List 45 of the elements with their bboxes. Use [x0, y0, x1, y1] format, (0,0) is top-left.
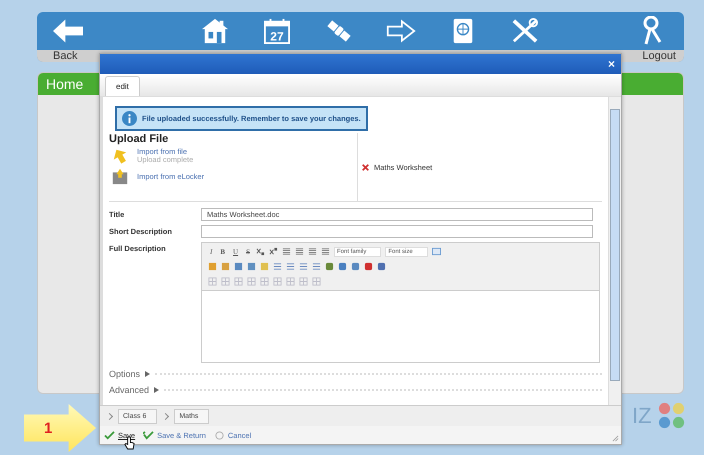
remove-icon[interactable]	[362, 164, 369, 170]
align-icon[interactable]	[294, 247, 304, 256]
upload-arrow-icon	[111, 147, 129, 165]
text-input[interactable]	[201, 225, 593, 238]
superscript-icon[interactable]	[268, 247, 278, 256]
arrow-right-icon[interactable]	[386, 18, 416, 44]
section-toggle[interactable]: Advanced	[109, 385, 150, 395]
calendar-icon[interactable]: 27	[262, 18, 292, 44]
section-toggle[interactable]: Options	[109, 369, 140, 379]
resize-grip-icon[interactable]	[612, 435, 619, 442]
scrollbar[interactable]	[608, 97, 621, 405]
align-icon[interactable]	[320, 247, 330, 256]
back-label[interactable]: Back	[53, 50, 78, 62]
table-icon[interactable]	[286, 277, 295, 286]
list-icon[interactable]	[286, 262, 295, 271]
locker-icon	[111, 167, 129, 185]
logout-label[interactable]: Logout	[642, 50, 676, 62]
window-icon[interactable]	[432, 247, 441, 256]
subscript-icon[interactable]	[256, 247, 265, 256]
table-icon[interactable]	[221, 277, 230, 286]
cancel-icon	[214, 430, 225, 440]
table-icon[interactable]	[273, 277, 282, 286]
four-dots-logo-icon	[658, 402, 686, 430]
list-icon[interactable]	[312, 262, 321, 271]
close-button[interactable]: ×	[608, 57, 615, 71]
home-title: Home	[46, 76, 84, 92]
table-icon[interactable]	[247, 277, 256, 286]
upload-heading: Upload File	[109, 133, 170, 145]
align-icon[interactable]	[308, 247, 317, 256]
step-number: 1	[44, 420, 52, 436]
tab[interactable]: edit	[105, 76, 140, 96]
checkmark-icon	[104, 430, 115, 440]
table-icon[interactable]	[299, 277, 308, 286]
checkmark-icon	[143, 430, 154, 440]
list-icon[interactable]	[273, 262, 282, 271]
info-icon	[122, 111, 137, 126]
table-icon[interactable]	[234, 277, 243, 286]
back-arrow-icon[interactable]	[53, 18, 83, 44]
table-icon[interactable]	[260, 277, 269, 286]
table-icon[interactable]	[208, 277, 217, 286]
house-icon[interactable]	[200, 18, 230, 44]
tools-icon[interactable]	[510, 18, 540, 44]
table-icon[interactable]	[312, 277, 321, 286]
align-icon[interactable]	[282, 247, 291, 256]
list-icon[interactable]	[299, 262, 308, 271]
